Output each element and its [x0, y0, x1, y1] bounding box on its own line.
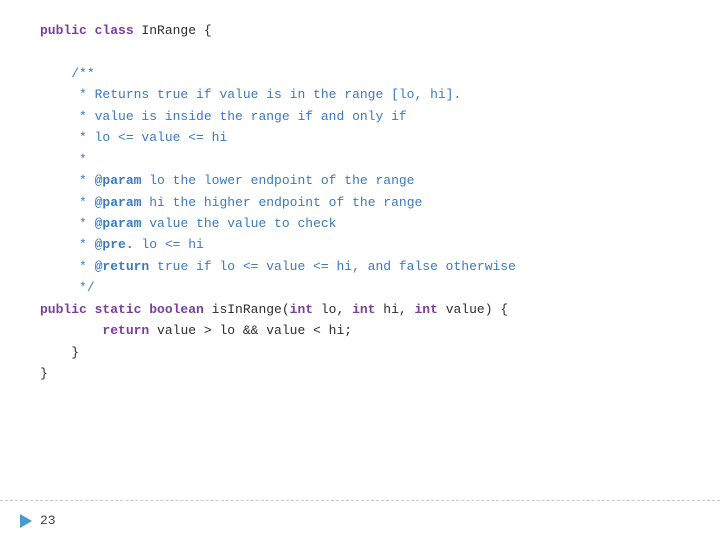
- code-block: public class InRange { /** * Returns tru…: [0, 0, 720, 480]
- code-line: * @param value the value to check: [40, 213, 680, 234]
- code-line: *: [40, 149, 680, 170]
- code-line: [40, 41, 680, 62]
- code-line: * @param hi the higher endpoint of the r…: [40, 192, 680, 213]
- play-button[interactable]: 23: [20, 513, 56, 528]
- code-line: * Returns true if value is in the range …: [40, 84, 680, 105]
- code-line: * value is inside the range if and only …: [40, 106, 680, 127]
- code-line: */: [40, 277, 680, 298]
- slide-number: 23: [40, 513, 56, 528]
- code-line: return value > lo && value < hi;: [40, 320, 680, 341]
- code-line: * @param lo the lower endpoint of the ra…: [40, 170, 680, 191]
- play-icon: [20, 514, 32, 528]
- bottom-bar: 23: [0, 500, 720, 540]
- code-line: * @pre. lo <= hi: [40, 234, 680, 255]
- code-line: * @return true if lo <= value <= hi, and…: [40, 256, 680, 277]
- code-line: public static boolean isInRange(int lo, …: [40, 299, 680, 320]
- code-line: }: [40, 342, 680, 363]
- code-line: public class InRange {: [40, 20, 680, 41]
- code-line: /**: [40, 63, 680, 84]
- code-line: * lo <= value <= hi: [40, 127, 680, 148]
- code-line: }: [40, 363, 680, 384]
